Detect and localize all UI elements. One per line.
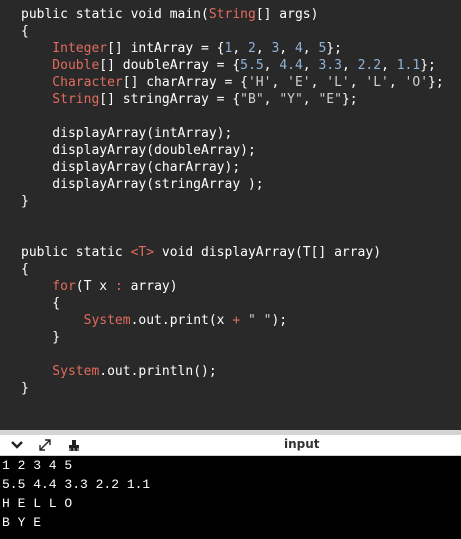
code-token: , xyxy=(232,41,248,56)
code-token: displayArray(stringArray ); xyxy=(21,177,264,192)
code-token: } xyxy=(21,330,61,345)
code-token: 3.3 xyxy=(318,58,342,73)
chevron-down-icon[interactable] xyxy=(6,435,28,455)
code-token: Double xyxy=(21,58,100,73)
code-token: , xyxy=(255,41,272,56)
code-token: Character xyxy=(21,75,123,90)
code-token: , xyxy=(341,58,358,73)
code-token: }; xyxy=(420,58,436,73)
code-token: displayArray(intArray); xyxy=(21,126,233,141)
code-line[interactable]: public static void main(String[] args) xyxy=(21,6,318,23)
code-token: .out.println(); xyxy=(99,364,217,379)
console-output: 1 2 3 4 5 5.5 4.4 3.3 2.2 1.1 H E L L O B Y… xyxy=(0,456,461,539)
code-token: }; xyxy=(428,75,444,90)
code-token: displayArray(doubleArray); xyxy=(21,143,256,158)
code-token: [] charArray = { xyxy=(122,75,248,90)
code-token: [] stringArray = { xyxy=(99,92,241,107)
code-token: " " xyxy=(247,313,272,328)
code-line[interactable]: } xyxy=(21,193,29,210)
code-token: System xyxy=(21,313,131,328)
code-line[interactable]: displayArray(intArray); xyxy=(21,125,232,142)
expand-icon[interactable] xyxy=(34,435,56,455)
code-token: (T x xyxy=(75,279,115,294)
code-line[interactable]: public static <T> void displayArray(T[] … xyxy=(21,244,381,261)
code-line[interactable]: { xyxy=(21,261,29,278)
code-token: 4 xyxy=(294,41,303,56)
code-token: 'H' xyxy=(247,75,272,90)
code-token: 2.2 xyxy=(357,58,382,73)
code-token: [] intArray = { xyxy=(107,41,225,56)
console-title: input xyxy=(284,437,320,451)
code-token: 5.5 xyxy=(240,58,264,73)
code-token: + xyxy=(232,313,241,328)
code-token: <T> xyxy=(130,245,155,260)
code-token: 'O' xyxy=(404,75,429,90)
code-token: public static xyxy=(21,245,131,260)
code-token: 1.1 xyxy=(396,58,421,73)
code-line[interactable]: { xyxy=(21,23,29,40)
code-line[interactable]: String[] stringArray = {"B", "Y", "E"}; xyxy=(21,91,358,108)
code-token: [] args) xyxy=(255,7,319,22)
code-token: 'L' xyxy=(326,75,350,90)
code-token: } xyxy=(21,381,29,396)
code-token: , xyxy=(302,41,319,56)
code-token: ); xyxy=(271,313,288,328)
code-token: 4.4 xyxy=(279,58,303,73)
code-token: }; xyxy=(326,41,342,56)
code-line[interactable]: Double[] doubleArray = {5.5, 4.4, 3.3, 2… xyxy=(21,57,436,74)
console-line: 1 2 3 4 5 xyxy=(2,458,73,473)
code-token: , xyxy=(388,75,405,90)
code-line[interactable]: Character[] charArray = {'H', 'E', 'L', … xyxy=(21,74,444,91)
code-token: [] doubleArray = { xyxy=(99,58,241,73)
code-token: { xyxy=(21,24,29,39)
code-token: , xyxy=(263,58,280,73)
code-token: "E" xyxy=(318,92,342,107)
console-line: H E L L O xyxy=(2,496,73,511)
code-line[interactable]: { xyxy=(21,295,60,312)
code-editor[interactable]: public static void main(String[] args){ … xyxy=(0,0,461,430)
code-token: : xyxy=(114,279,123,294)
code-token: , xyxy=(271,75,288,90)
code-token: .out.print(x xyxy=(130,313,233,328)
code-token: Integer xyxy=(21,41,108,56)
code-token: array) xyxy=(122,279,178,294)
code-token: , xyxy=(302,58,319,73)
console-line: 5.5 4.4 3.3 2.2 1.1 xyxy=(2,477,151,492)
code-line[interactable]: } xyxy=(21,380,29,397)
code-line[interactable]: displayArray(charArray); xyxy=(21,159,240,176)
code-token: "B" xyxy=(240,92,264,107)
code-token: public static void main( xyxy=(21,7,209,22)
code-token: String xyxy=(21,92,100,107)
code-token: , xyxy=(310,75,327,90)
code-token: "Y" xyxy=(279,92,303,107)
code-token: , xyxy=(381,58,397,73)
code-token: for xyxy=(21,279,76,294)
code-line[interactable]: System.out.print(x + " "); xyxy=(21,312,288,329)
clear-console-icon[interactable] xyxy=(63,435,85,455)
code-line[interactable]: displayArray(stringArray ); xyxy=(21,176,264,193)
code-token: 'L' xyxy=(365,75,389,90)
code-token: , xyxy=(349,75,366,90)
console-toolbar: input xyxy=(0,435,461,456)
code-token: , xyxy=(279,41,295,56)
code-token: displayArray(charArray); xyxy=(21,160,241,175)
code-line[interactable]: for(T x : array) xyxy=(21,278,178,295)
code-token: String xyxy=(208,7,256,22)
code-token: }; xyxy=(341,92,358,107)
code-token: { xyxy=(21,296,61,311)
code-token: } xyxy=(21,194,29,209)
code-token: void displayArray(T[] array) xyxy=(154,245,382,260)
code-line[interactable]: } xyxy=(21,329,60,346)
code-token: , xyxy=(302,92,319,107)
code-token: System xyxy=(21,364,100,379)
console-line: B Y E xyxy=(2,515,42,530)
code-line[interactable]: System.out.println(); xyxy=(21,363,217,380)
code-token: 'E' xyxy=(287,75,311,90)
code-line[interactable]: Integer[] intArray = {1, 2, 3, 4, 5}; xyxy=(21,40,342,57)
code-token: { xyxy=(21,262,29,277)
code-line[interactable]: displayArray(doubleArray); xyxy=(21,142,256,159)
code-token: 2 xyxy=(247,41,256,56)
code-token: , xyxy=(263,92,280,107)
